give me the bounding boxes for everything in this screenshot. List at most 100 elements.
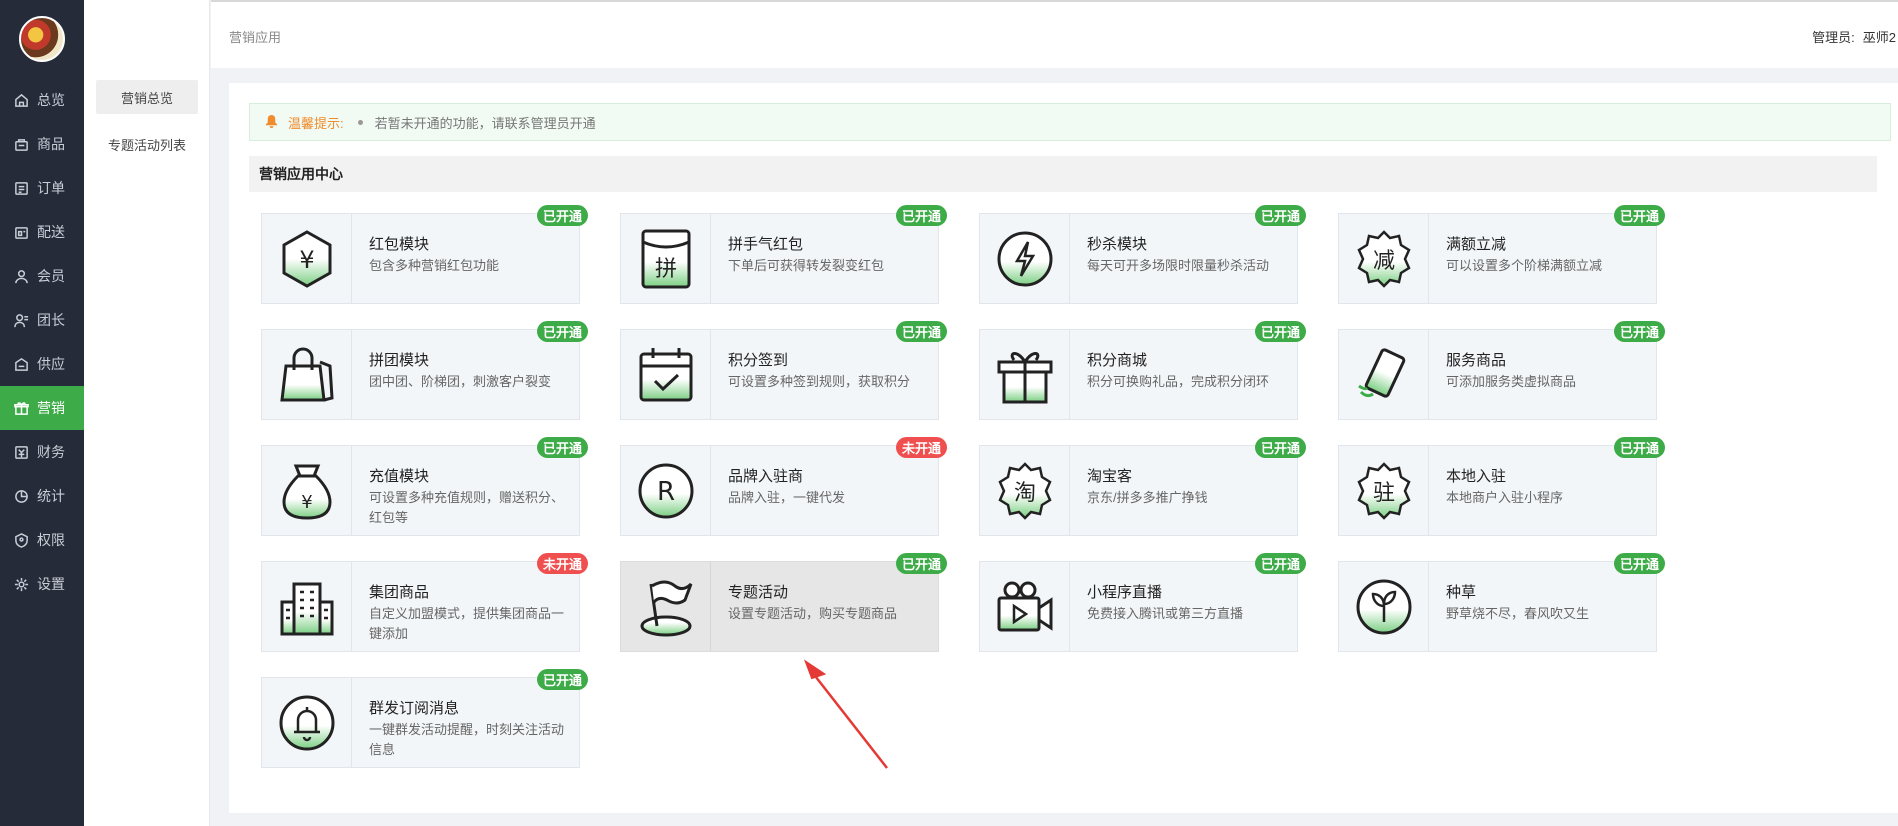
app-card-checkin[interactable]: 积分签到 可设置多种签到规则，获取积分 已开通 [620, 321, 947, 420]
sprout-icon [1339, 562, 1429, 651]
app-name: 群发订阅消息 [369, 700, 460, 717]
app-desc: 包含多种营销红包功能 [369, 258, 500, 273]
app-card-subscription-message[interactable]: 群发订阅消息一键群发活动提醒，时刻关注活动信息 已开通 [261, 669, 588, 768]
sidebar-item-delivery[interactable]: 配送 [0, 210, 84, 254]
notice-message: 若暂未开通的功能，请联系管理员开通 [374, 115, 596, 131]
sidebar-item-members[interactable]: 会员 [0, 254, 84, 298]
app-name: 种草 [1446, 584, 1477, 601]
calendar-check-icon [621, 330, 711, 419]
bell-icon [262, 678, 352, 767]
app-card-brand[interactable]: R 品牌入驻商 品牌入驻，一键代发 未开通 [620, 437, 947, 536]
app-desc: 可设置多种充值规则，赠送积分、红包等 [369, 490, 565, 525]
app-name: 积分签到 [728, 352, 789, 369]
shopping-bag-icon [262, 330, 352, 419]
sidebar-item-permissions[interactable]: 权限 [0, 518, 84, 562]
delivery-icon [13, 224, 29, 240]
breadcrumb[interactable]: 营销应用 [229, 27, 281, 46]
svg-text:减: 减 [1372, 249, 1394, 274]
app-card-recharge[interactable]: ¥ 充值模块 可设置多种充值规则，赠送积分、红包等 已开通 [261, 437, 588, 536]
app-name: 拼手气红包 [728, 236, 804, 253]
avatar[interactable] [19, 16, 65, 62]
flash-sale-icon [980, 214, 1070, 303]
app-card-local-store[interactable]: 驻 本地入驻 本地商户入驻小程序 已开通 [1338, 437, 1665, 536]
app-card-taobao[interactable]: 淘 淘宝客 京东/拼多多推广挣钱 已开通 [979, 437, 1306, 536]
video-camera-icon [980, 562, 1070, 651]
status-badge: 已开通 [1254, 553, 1306, 574]
sidebar-item-orders[interactable]: 订单 [0, 166, 84, 210]
app-card-points-mall[interactable]: 积分商城积分可换购礼品，完成积分闭环 已开通 [979, 321, 1306, 420]
gift-box-icon [980, 330, 1070, 419]
sidebar-item-stats[interactable]: 统计 [0, 474, 84, 518]
svg-text:R: R [656, 477, 674, 507]
status-badge: 已开通 [1254, 321, 1306, 342]
sidebar-item-goods[interactable]: 商品 [0, 122, 84, 166]
app-desc: 设置专题活动，购买专题商品 [728, 606, 898, 621]
admin-info[interactable]: 管理员: 巫师2 [1804, 27, 1896, 46]
sidebar-item-finance[interactable]: 财务 [0, 430, 84, 474]
app-card-group-goods[interactable]: 集团商品 自定义加盟模式，提供集团商品一键添加 未开通 [261, 553, 588, 652]
svg-text:淘: 淘 [1013, 481, 1035, 506]
app-name: 小程序直播 [1087, 584, 1163, 601]
brand-r-icon: R [621, 446, 711, 535]
status-badge: 未开通 [895, 437, 947, 458]
admin-label: 管理员: [1812, 30, 1855, 45]
app-desc: 积分可换购礼品，完成积分闭环 [1087, 374, 1270, 389]
subnav-item-topic-activity-list[interactable]: 专题活动列表 [96, 127, 198, 161]
main-nav: 总览 商品 订单 配送 会员 团长 供应 营销 财务 统计 权限 设置 [0, 78, 84, 606]
app-card-service-goods[interactable]: 服务商品 可添加服务类虚拟商品 已开通 [1338, 321, 1665, 420]
svg-text:¥: ¥ [301, 492, 312, 513]
app-name: 本地入驻 [1446, 468, 1507, 485]
subnav-item-marketing-overview[interactable]: 营销总览 [96, 80, 198, 114]
sidebar-item-supply[interactable]: 供应 [0, 342, 84, 386]
app-desc: 团中团、阶梯团，刺激客户裂变 [369, 374, 552, 389]
sub-sidebar: 营销总览 专题活动列表 [84, 0, 210, 826]
sidebar-item-label: 商品 [37, 136, 65, 152]
app-card-flash-sale[interactable]: 秒杀模块 每天可开多场限时限量秒杀活动 已开通 [979, 205, 1306, 304]
sidebar-item-label: 设置 [37, 576, 65, 592]
app-card-lucky-packet[interactable]: 拼 拼手气红包 下单后可获得转发裂变红包 已开通 [620, 205, 947, 304]
app-desc: 自定义加盟模式，提供集团商品一键添加 [369, 606, 565, 641]
gear-icon [13, 576, 29, 592]
sidebar-item-label: 团长 [37, 312, 65, 328]
sidebar-item-leaders[interactable]: 团长 [0, 298, 84, 342]
admin-name: 巫师2 [1862, 30, 1896, 45]
sidebar-item-overview[interactable]: 总览 [0, 78, 84, 122]
sidebar-item-label: 统计 [37, 488, 65, 504]
app-card-group-buy[interactable]: 拼团模块 团中团、阶梯团，刺激客户裂变 已开通 [261, 321, 588, 420]
permission-icon [13, 532, 29, 548]
app-card-live-stream[interactable]: 小程序直播免费接入腾讯或第三方直播 已开通 [979, 553, 1306, 652]
bullet-dot [357, 119, 363, 125]
sidebar-item-marketing[interactable]: 营销 [0, 386, 84, 430]
status-badge: 已开通 [536, 437, 588, 458]
status-badge: 已开通 [895, 321, 947, 342]
sidebar-item-label: 营销 [37, 400, 65, 416]
app-name: 满额立减 [1446, 236, 1507, 253]
app-name: 积分商城 [1087, 352, 1148, 369]
app-card-red-packet[interactable]: ¥ 红包模块 包含多种营销红包功能 已开通 [261, 205, 588, 304]
app-desc: 京东/拼多多推广挣钱 [1087, 490, 1208, 505]
sidebar-item-settings[interactable]: 设置 [0, 562, 84, 606]
red-packet-icon: ¥ [262, 214, 352, 303]
app-card-grass-planting[interactable]: 种草 野草烧不尽，春风吹又生 已开通 [1338, 553, 1665, 652]
app-desc: 免费接入腾讯或第三方直播 [1087, 606, 1244, 621]
app-card-topic-activity[interactable]: 专题活动 设置专题活动，购买专题商品 已开通 [620, 553, 947, 652]
order-icon [13, 180, 29, 196]
discount-icon: 减 [1339, 214, 1429, 303]
supply-icon [13, 356, 29, 372]
app-desc: 一键群发活动提醒，时刻关注活动信息 [369, 722, 565, 757]
building-icon [262, 562, 352, 651]
notice-title: 温馨提示: [288, 115, 344, 131]
sidebar-item-label: 供应 [37, 356, 65, 372]
app-name: 专题活动 [728, 584, 789, 601]
app-desc: 可添加服务类虚拟商品 [1446, 374, 1577, 389]
status-badge: 已开通 [1254, 205, 1306, 226]
app-name: 品牌入驻商 [728, 468, 804, 485]
svg-text:拼: 拼 [654, 257, 676, 282]
bell-icon [264, 114, 280, 130]
sidebar-item-label: 财务 [37, 444, 65, 460]
app-card-discount[interactable]: 减 满额立减 可以设置多个阶梯满额立减 已开通 [1338, 205, 1665, 304]
status-badge: 已开通 [536, 669, 588, 690]
status-badge: 已开通 [1613, 553, 1665, 574]
taobao-icon: 淘 [980, 446, 1070, 535]
sidebar-item-label: 会员 [37, 268, 65, 284]
